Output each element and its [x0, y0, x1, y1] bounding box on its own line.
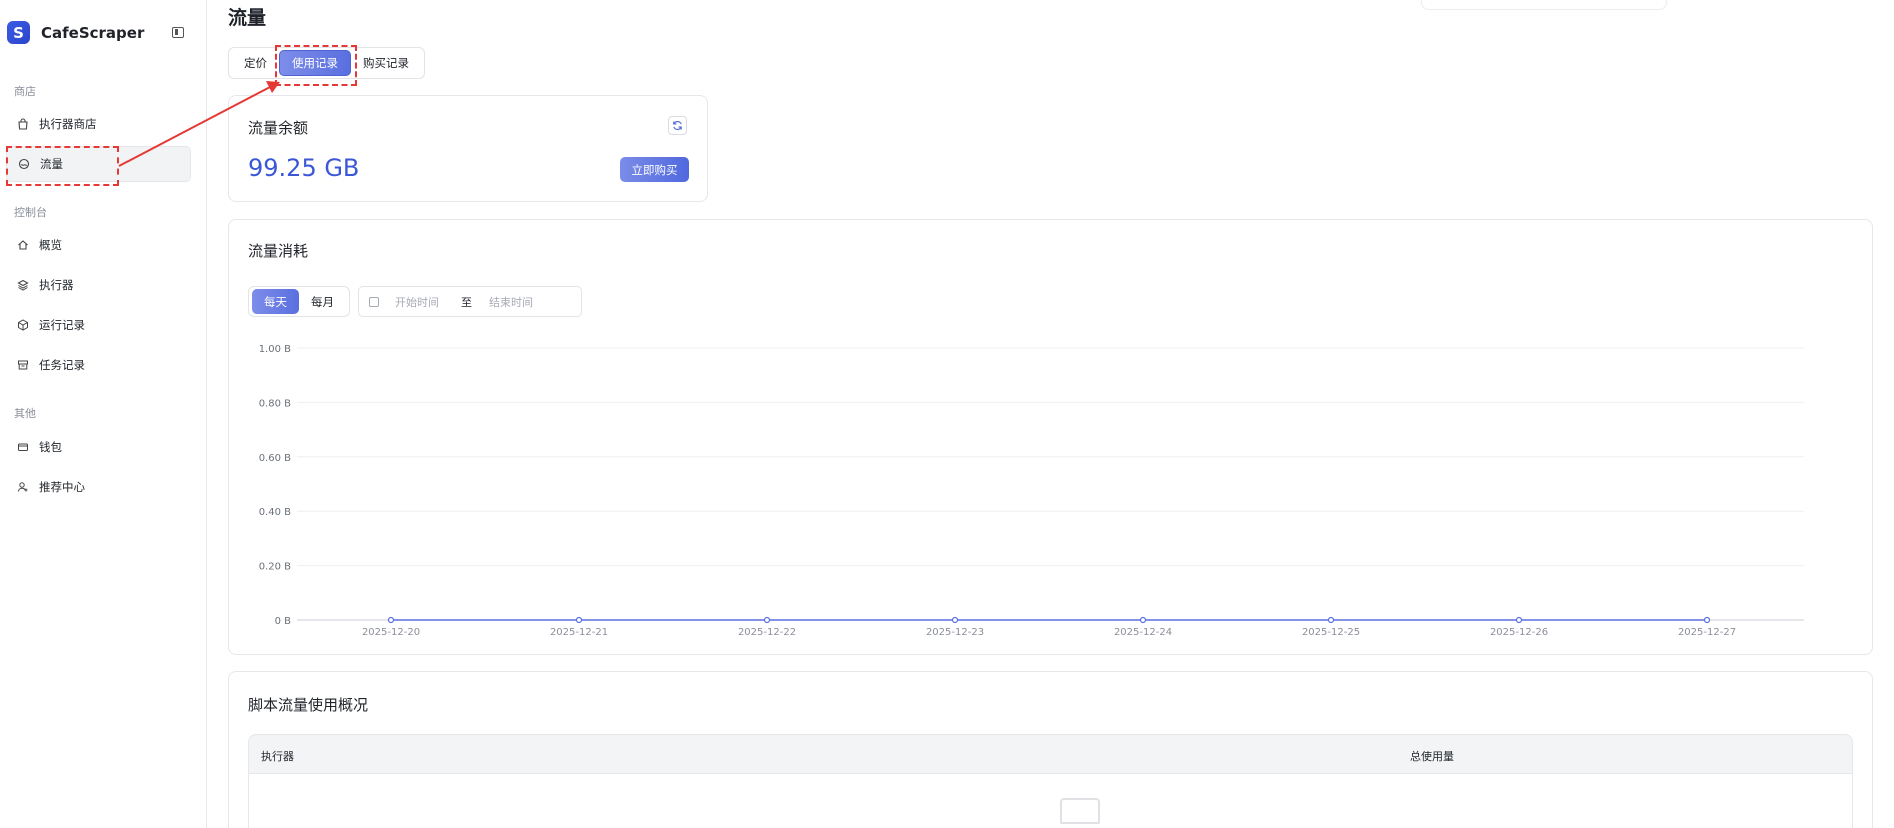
page-title: 流量: [228, 7, 267, 29]
wallet-icon: [16, 440, 30, 454]
archive-icon: [16, 358, 30, 372]
x-tick-label: 2025-12-24: [1114, 627, 1172, 638]
refresh-icon: [673, 121, 682, 130]
sidebar-item-run-records[interactable]: 运行记录: [6, 307, 191, 343]
sidebar-item-traffic[interactable]: 流量: [6, 146, 191, 182]
data-point: [1139, 616, 1147, 624]
cube-icon: [16, 318, 30, 332]
y-tick-label: 0.80 B: [259, 398, 291, 409]
cafescraper-logo-icon: S: [7, 21, 30, 44]
sidebar-item-label: 钱包: [39, 440, 62, 454]
y-tick-label: 0.20 B: [259, 562, 291, 573]
table-body: [248, 773, 1853, 828]
table-header: 执行器 总使用量: [248, 734, 1853, 774]
y-tick-label: 1.00 B: [259, 344, 291, 355]
y-tick-label: 0.40 B: [259, 507, 291, 518]
x-tick-label: 2025-12-26: [1490, 627, 1548, 638]
sidebar-item-wallet[interactable]: 钱包: [6, 429, 191, 465]
brand[interactable]: S CafeScraper: [7, 21, 144, 44]
sidebar-collapse-icon[interactable]: [172, 27, 184, 38]
sidebar-item-task-records[interactable]: 任务记录: [6, 347, 191, 383]
section-label-other: 其他: [14, 407, 36, 420]
sidebar-item-referral[interactable]: 推荐中心: [6, 469, 191, 505]
balance-title: 流量余额: [248, 119, 309, 137]
column-header-total-usage: 总使用量: [1410, 750, 1454, 763]
tab-usage-records[interactable]: 使用记录: [279, 50, 351, 76]
balance-value: 99.25 GB: [248, 154, 360, 182]
main-content: 流量 定价 使用记录 购买记录 流量余额 99.25 GB 立即购买 流量消耗 …: [228, 0, 1878, 828]
data-point: [763, 616, 771, 624]
x-tick-label: 2025-12-22: [738, 627, 796, 638]
script-usage-title: 脚本流量使用概况: [248, 696, 369, 714]
script-usage-card: 脚本流量使用概况 执行器 总使用量: [228, 671, 1873, 828]
x-tick-label: 2025-12-20: [362, 627, 420, 638]
balance-card: 流量余额 99.25 GB 立即购买: [228, 95, 708, 202]
tab-purchase-records[interactable]: 购买记录: [351, 50, 421, 76]
x-tick-label: 2025-12-23: [926, 627, 984, 638]
usage-card: 流量消耗 每天 每月 开始时间 至 结束时间 0 B 0.20 B 0.40 B 0.…: [228, 219, 1873, 655]
sidebar-item-label: 执行器: [39, 278, 74, 292]
data-point: [1515, 616, 1523, 624]
user-plus-icon: [16, 480, 30, 494]
sidebar-item-label: 推荐中心: [39, 480, 85, 494]
tab-pricing[interactable]: 定价: [232, 50, 279, 76]
x-tick-label: 2025-12-27: [1678, 627, 1736, 638]
data-point: [575, 616, 583, 624]
data-point: [1327, 616, 1335, 624]
sidebar-item-executor[interactable]: 执行器: [6, 267, 191, 303]
buy-now-button[interactable]: 立即购买: [620, 157, 689, 182]
traffic-usage-chart: 0 B 0.20 B 0.40 B 0.60 B 0.80 B 1.00 B 2025-12…: [259, 344, 1804, 638]
sidebar-item-executor-store[interactable]: 执行器商店: [6, 106, 191, 142]
column-header-executor: 执行器: [261, 750, 294, 763]
y-tick-label: 0.60 B: [259, 453, 291, 464]
brand-name: CafeScraper: [41, 23, 145, 42]
shopping-bag-icon: [16, 117, 30, 131]
sidebar-item-overview[interactable]: 概览: [6, 227, 191, 263]
sidebar-item-label: 执行器商店: [39, 117, 97, 131]
section-label-store: 商店: [14, 85, 36, 98]
section-label-console: 控制台: [14, 206, 47, 219]
tab-bar: 定价 使用记录 购买记录: [228, 47, 425, 79]
data-point: [387, 616, 395, 624]
sidebar-item-label: 运行记录: [39, 318, 85, 332]
data-point: [951, 616, 959, 624]
data-point: [1703, 616, 1711, 624]
sidebar-item-label: 流量: [40, 157, 63, 171]
header-stub: [1421, 0, 1667, 10]
layers-icon: [16, 278, 30, 292]
x-tick-label: 2025-12-25: [1302, 627, 1360, 638]
sidebar: S CafeScraper 商店 执行器商店 流量 控制台 概览 执行器 运行记…: [0, 0, 207, 828]
refresh-button[interactable]: [668, 116, 687, 135]
x-tick-label: 2025-12-21: [550, 627, 608, 638]
y-tick-label: 0 B: [275, 616, 292, 627]
home-icon: [16, 238, 30, 252]
sidebar-item-label: 任务记录: [39, 358, 85, 372]
traffic-icon: [17, 157, 31, 171]
sidebar-item-label: 概览: [39, 238, 62, 252]
empty-inbox-icon: [1060, 798, 1100, 824]
